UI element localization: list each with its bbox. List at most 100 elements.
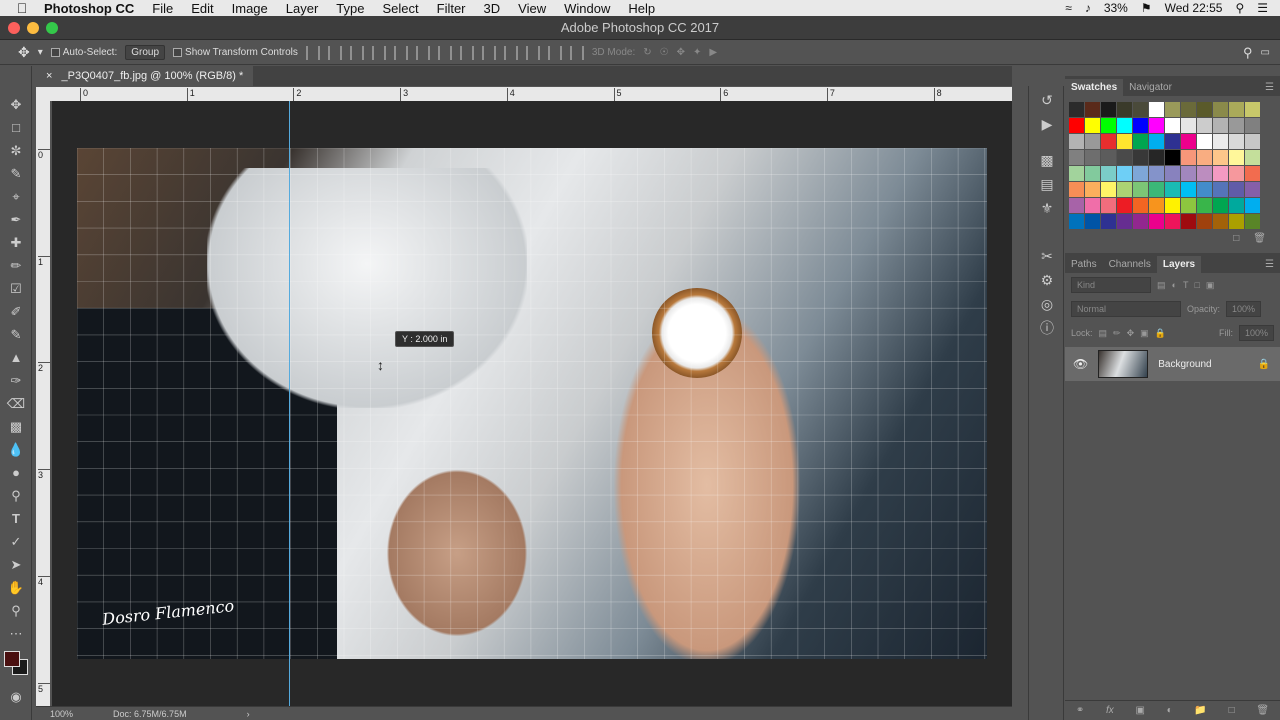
swatch[interactable] bbox=[1181, 134, 1196, 149]
swatch[interactable] bbox=[1069, 214, 1084, 229]
delete-layer-icon[interactable]: 🗑 bbox=[1256, 705, 1269, 716]
tab-navigator[interactable]: Navigator bbox=[1123, 79, 1178, 96]
scale-3d-icon[interactable]: ▶ bbox=[709, 47, 717, 58]
swatch[interactable] bbox=[1181, 198, 1196, 213]
paint-brush-icon[interactable]: ✎ bbox=[0, 323, 32, 346]
swatch[interactable] bbox=[1101, 134, 1116, 149]
swatch[interactable] bbox=[1181, 214, 1196, 229]
swatch[interactable] bbox=[1245, 134, 1260, 149]
histogram-icon[interactable]: ▩ bbox=[1029, 148, 1065, 172]
swatch[interactable] bbox=[1165, 214, 1180, 229]
quick-select-tool-icon[interactable]: ✎ bbox=[0, 162, 32, 185]
document-image[interactable]: Dosro Flamenco bbox=[77, 148, 987, 659]
swatch[interactable] bbox=[1181, 166, 1196, 181]
auto-select-checkbox[interactable] bbox=[50, 47, 60, 57]
swatch[interactable] bbox=[1117, 150, 1132, 165]
hand-tool-icon[interactable]: ✋ bbox=[0, 576, 32, 599]
distribute-left-icon[interactable] bbox=[503, 45, 518, 60]
more-tools-icon[interactable]: ⋯ bbox=[0, 622, 32, 645]
layers-menu-icon[interactable]: ☰ bbox=[1259, 256, 1280, 273]
menu-filter[interactable]: Filter bbox=[437, 1, 466, 16]
swatch[interactable] bbox=[1085, 198, 1100, 213]
chevron-down-icon[interactable]: ▾ bbox=[38, 47, 43, 58]
swatch[interactable] bbox=[1069, 150, 1084, 165]
swatch[interactable] bbox=[1229, 198, 1244, 213]
align-vcenter-icon[interactable] bbox=[327, 45, 342, 60]
info-panel-icon[interactable]: ▤ bbox=[1029, 172, 1065, 196]
lock-artboard-icon[interactable]: ▣ bbox=[1140, 328, 1149, 339]
distribute-bottom-icon[interactable] bbox=[481, 45, 496, 60]
app-menu[interactable]: Photoshop CC bbox=[44, 1, 134, 16]
filter-adjust-icon[interactable]: ◐ bbox=[1172, 280, 1177, 290]
swatch[interactable] bbox=[1149, 198, 1164, 213]
orbit-3d-icon[interactable]: ↻ bbox=[643, 47, 651, 58]
clock[interactable]: Wed 22:55 bbox=[1165, 1, 1223, 15]
brush-settings-icon[interactable]: ✂ bbox=[1029, 244, 1065, 268]
distribute-hcenter-icon[interactable] bbox=[525, 45, 540, 60]
swatch[interactable] bbox=[1069, 102, 1084, 117]
distribute-vcenter-icon[interactable] bbox=[459, 45, 474, 60]
swatch[interactable] bbox=[1133, 214, 1148, 229]
swatch[interactable] bbox=[1149, 150, 1164, 165]
swatch[interactable] bbox=[1133, 118, 1148, 133]
zoom-window-button[interactable] bbox=[46, 22, 58, 34]
burn-tool-icon[interactable]: ⚲ bbox=[0, 484, 32, 507]
swatch[interactable] bbox=[1149, 102, 1164, 117]
eraser-tool-icon[interactable]: ⌫ bbox=[0, 392, 32, 415]
swatch[interactable] bbox=[1245, 166, 1260, 181]
list-icon[interactable]: ☰ bbox=[1257, 1, 1268, 15]
swatch[interactable] bbox=[1117, 102, 1132, 117]
swatch[interactable] bbox=[1197, 102, 1212, 117]
swatch[interactable] bbox=[1213, 118, 1228, 133]
swatch[interactable] bbox=[1085, 102, 1100, 117]
swatch[interactable] bbox=[1069, 198, 1084, 213]
layer-style-icon[interactable]: fx bbox=[1106, 705, 1114, 716]
actions-play-icon[interactable]: ▶ bbox=[1029, 112, 1065, 136]
menu-type[interactable]: Type bbox=[336, 1, 364, 16]
swatch[interactable] bbox=[1085, 182, 1100, 197]
roll-3d-icon[interactable]: ☉ bbox=[660, 47, 669, 58]
swatch[interactable] bbox=[1245, 102, 1260, 117]
swatch[interactable] bbox=[1101, 214, 1116, 229]
blur-tool-icon[interactable]: 💧 bbox=[0, 438, 32, 461]
swatch[interactable] bbox=[1245, 150, 1260, 165]
ruler-origin[interactable] bbox=[36, 87, 52, 101]
gradient-tool-icon[interactable]: ▩ bbox=[0, 415, 32, 438]
auto-select-dropdown[interactable]: Group bbox=[125, 45, 166, 60]
swatch[interactable] bbox=[1197, 166, 1212, 181]
tab-paths[interactable]: Paths bbox=[1065, 256, 1103, 273]
foreground-color[interactable] bbox=[4, 651, 20, 667]
menu-file[interactable]: File bbox=[152, 1, 173, 16]
wifi-icon[interactable]: ≈ bbox=[1065, 1, 1072, 15]
history-brush-tool-icon[interactable]: ✐ bbox=[0, 300, 32, 323]
swatch[interactable] bbox=[1165, 134, 1180, 149]
tab-layers[interactable]: Layers bbox=[1156, 256, 1202, 273]
transform-controls-checkbox[interactable] bbox=[173, 47, 183, 57]
swatch[interactable] bbox=[1213, 102, 1228, 117]
history-icon[interactable]: ↺ bbox=[1029, 88, 1065, 112]
horizontal-ruler[interactable]: 0 1 2 3 4 5 6 7 8 bbox=[52, 87, 1012, 101]
close-tab-icon[interactable]: × bbox=[46, 70, 52, 82]
layer-row[interactable]: 👁 Background 🔒 bbox=[1065, 347, 1280, 381]
swatch[interactable] bbox=[1229, 134, 1244, 149]
swatch[interactable] bbox=[1133, 102, 1148, 117]
swatch[interactable] bbox=[1101, 118, 1116, 133]
lasso-tool-icon[interactable]: ✼ bbox=[0, 139, 32, 162]
chevron-right-icon[interactable]: › bbox=[247, 709, 250, 719]
swatch[interactable] bbox=[1133, 166, 1148, 181]
swatch[interactable] bbox=[1229, 214, 1244, 229]
close-window-button[interactable] bbox=[8, 22, 20, 34]
swatch[interactable] bbox=[1069, 166, 1084, 181]
eye-icon[interactable]: 👁 bbox=[1073, 357, 1088, 371]
align-bottom-icon[interactable] bbox=[349, 45, 364, 60]
swatch[interactable] bbox=[1197, 134, 1212, 149]
swatch[interactable] bbox=[1117, 182, 1132, 197]
swatch[interactable] bbox=[1245, 182, 1260, 197]
swatch[interactable] bbox=[1133, 198, 1148, 213]
type-tool-icon[interactable]: T bbox=[0, 507, 32, 530]
clone-stamp-tool-icon[interactable]: ☑ bbox=[0, 277, 32, 300]
zoom-level[interactable]: 100% bbox=[50, 709, 73, 719]
kind-filter[interactable]: Kind bbox=[1071, 277, 1151, 293]
doc-size[interactable]: Doc: 6.75M/6.75M bbox=[113, 709, 187, 719]
trash-icon[interactable]: 🗑 bbox=[1253, 233, 1266, 251]
